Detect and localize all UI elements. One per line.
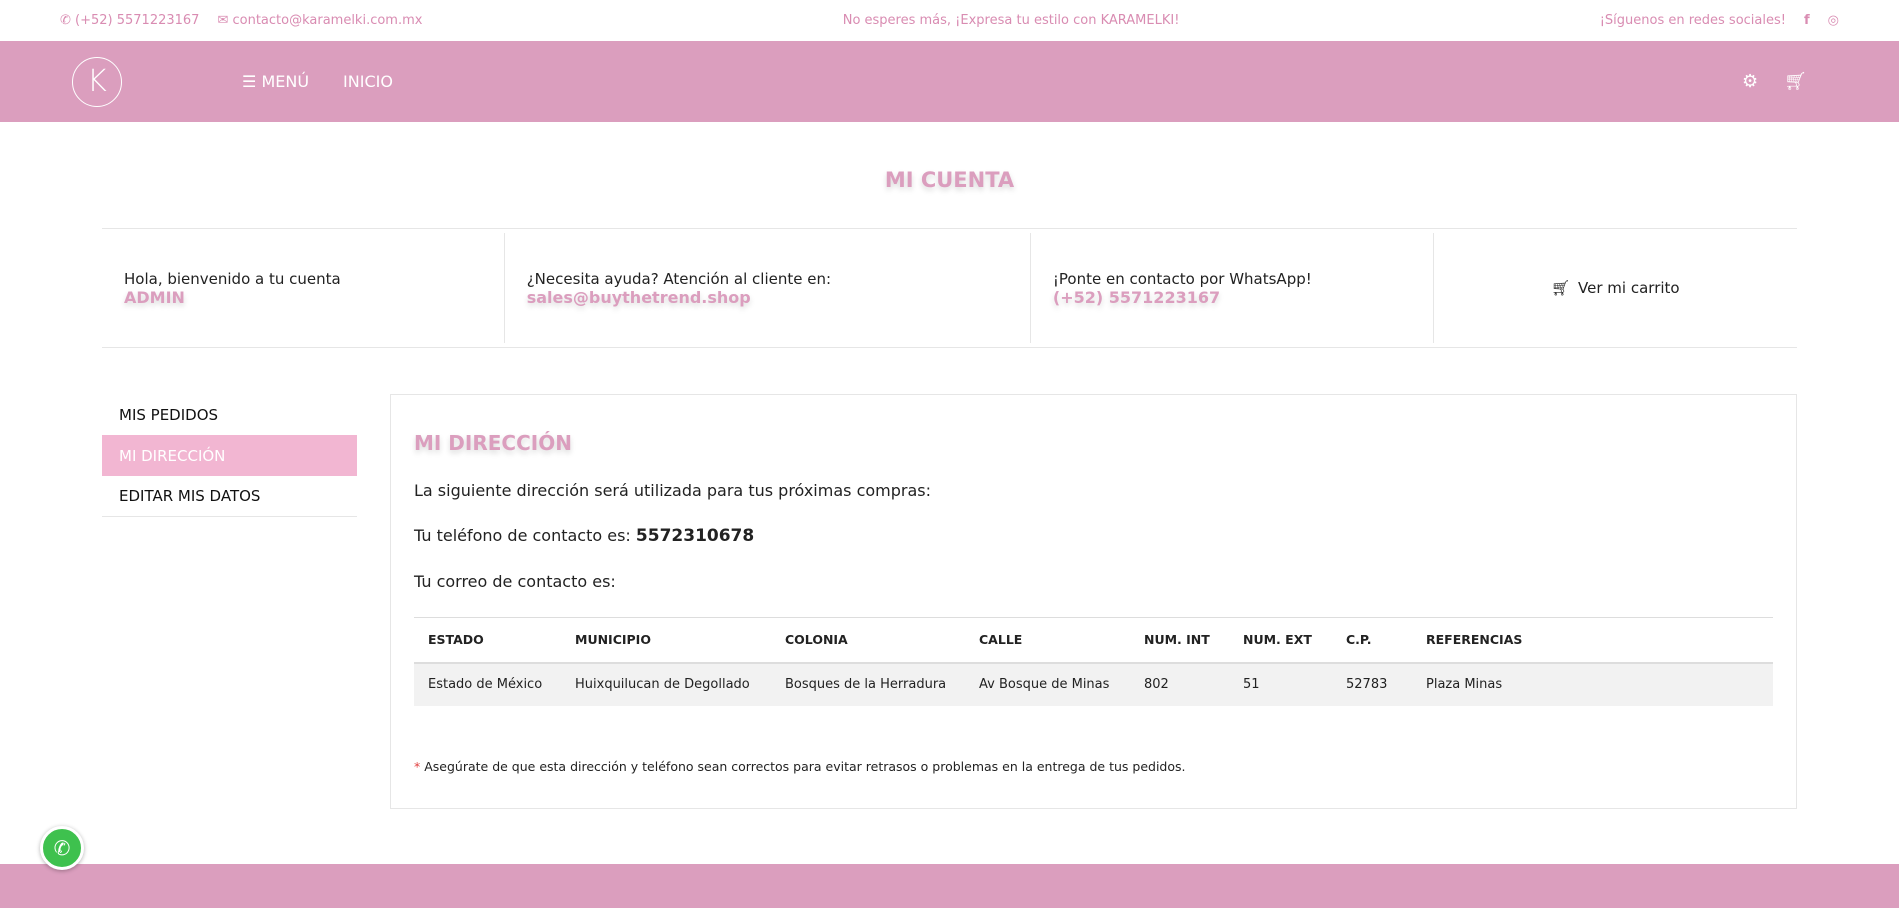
welcome-text: Hola, bienvenido a tu cuenta xyxy=(124,269,341,288)
cart-icon[interactable]: 🛒︎ xyxy=(1784,71,1807,92)
gear-icon[interactable]: ⚙ xyxy=(1742,71,1758,92)
table-cell: Huixquilucan de Degollado xyxy=(561,662,771,706)
note-text: Asegúrate de que esta dirección y teléfo… xyxy=(424,758,1186,774)
table-cell: 51 xyxy=(1229,662,1332,706)
logo[interactable]: K xyxy=(72,56,122,107)
column-header: COLONIA xyxy=(771,617,965,664)
whatsapp-text: ¡Ponte en contacto por WhatsApp! xyxy=(1052,269,1312,288)
phone-line: Tu teléfono de contacto es: 5572310678 xyxy=(414,526,1773,546)
phone-label: Tu teléfono de contacto es: xyxy=(414,526,631,545)
table-cell: 802 xyxy=(1130,662,1229,706)
hamburger-icon: ☰ xyxy=(242,72,257,91)
help-email-link[interactable]: sales@buythetrend.shop xyxy=(527,288,1008,307)
help-text: ¿Necesita ayuda? Atención al cliente en: xyxy=(526,269,832,288)
sidebar-item-edit-data[interactable]: EDITAR MIS DATOS xyxy=(102,476,357,517)
address-panel: MI DIRECCIÓN La siguiente dirección será… xyxy=(390,394,1797,809)
social-label: ¡Síguenos en redes sociales! xyxy=(1599,13,1786,28)
menu-button[interactable]: ☰ MENÚ xyxy=(242,72,309,91)
column-header: NUM. INT xyxy=(1130,617,1229,664)
email-link[interactable]: ✉ contacto@karamelki.com.mx xyxy=(217,13,422,28)
email-line: Tu correo de contacto es: xyxy=(414,572,616,591)
username: ADMIN xyxy=(124,287,185,307)
column-header: REFERENCIAS xyxy=(1412,617,1773,664)
view-cart-label: Ver mi carrito xyxy=(1578,279,1680,297)
email-text: contacto@karamelki.com.mx xyxy=(232,13,423,28)
column-header: ESTADO xyxy=(414,617,561,664)
phone-value: 5572310678 xyxy=(635,526,755,546)
promo-text: No esperes más, ¡Expresa tu estilo con K… xyxy=(842,13,1180,28)
footer xyxy=(0,864,1899,908)
account-info: Hola, bienvenido a tu cuenta ADMIN ¿Neces… xyxy=(102,228,1797,348)
table-cell: Av Bosque de Minas xyxy=(965,662,1130,706)
table-cell: Plaza Minas xyxy=(1412,662,1773,706)
warning-note: * Asegúrate de que esta dirección y telé… xyxy=(414,759,1773,774)
main-nav: K ☰ MENÚ INICIO ⚙ 🛒︎ xyxy=(0,41,1899,122)
cart-icon: 🛒︎ xyxy=(1551,279,1571,297)
intro-text: La siguiente dirección será utilizada pa… xyxy=(414,481,931,500)
account-sidebar: MIS PEDIDOS MI DIRECCIÓN EDITAR MIS DATO… xyxy=(102,394,357,517)
column-header: C.P. xyxy=(1332,617,1412,664)
phone-text: (+52) 5571223167 xyxy=(75,13,200,28)
instagram-icon[interactable]: ◎ xyxy=(1828,13,1839,28)
table-row: Estado de México Huixquilucan de Degollad… xyxy=(414,662,1773,706)
column-header: CALLE xyxy=(965,617,1130,664)
column-header: NUM. EXT xyxy=(1229,617,1332,664)
section-heading: MI DIRECCIÓN xyxy=(414,431,572,455)
whatsapp-phone-link[interactable]: (+52) 5571223167 xyxy=(1053,288,1411,307)
view-cart-link[interactable]: 🛒︎ Ver mi carrito xyxy=(1434,233,1797,343)
nav-home[interactable]: INICIO xyxy=(343,72,393,91)
sidebar-item-address[interactable]: MI DIRECCIÓN xyxy=(102,435,357,476)
page-title: MI CUENTA xyxy=(884,168,1015,192)
table-cell: Estado de México xyxy=(414,662,561,706)
address-table: ESTADO MUNICIPIO COLONIA CALLE NUM. INT NUM. … xyxy=(414,617,1773,706)
column-header: MUNICIPIO xyxy=(561,617,771,664)
phone-link[interactable]: ✆ (+52) 5571223167 xyxy=(60,13,199,28)
facebook-icon[interactable]: f xyxy=(1804,13,1810,28)
menu-label: MENÚ xyxy=(261,72,310,91)
whatsapp-icon[interactable]: ✆ xyxy=(40,826,84,870)
sidebar-item-orders[interactable]: MIS PEDIDOS xyxy=(102,394,357,435)
table-cell: Bosques de la Herradura xyxy=(771,662,965,706)
table-cell: 52783 xyxy=(1332,662,1412,706)
asterisk: * xyxy=(414,758,421,774)
top-bar: ✆ (+52) 5571223167 ✉ contacto@karamelki.… xyxy=(0,0,1899,41)
